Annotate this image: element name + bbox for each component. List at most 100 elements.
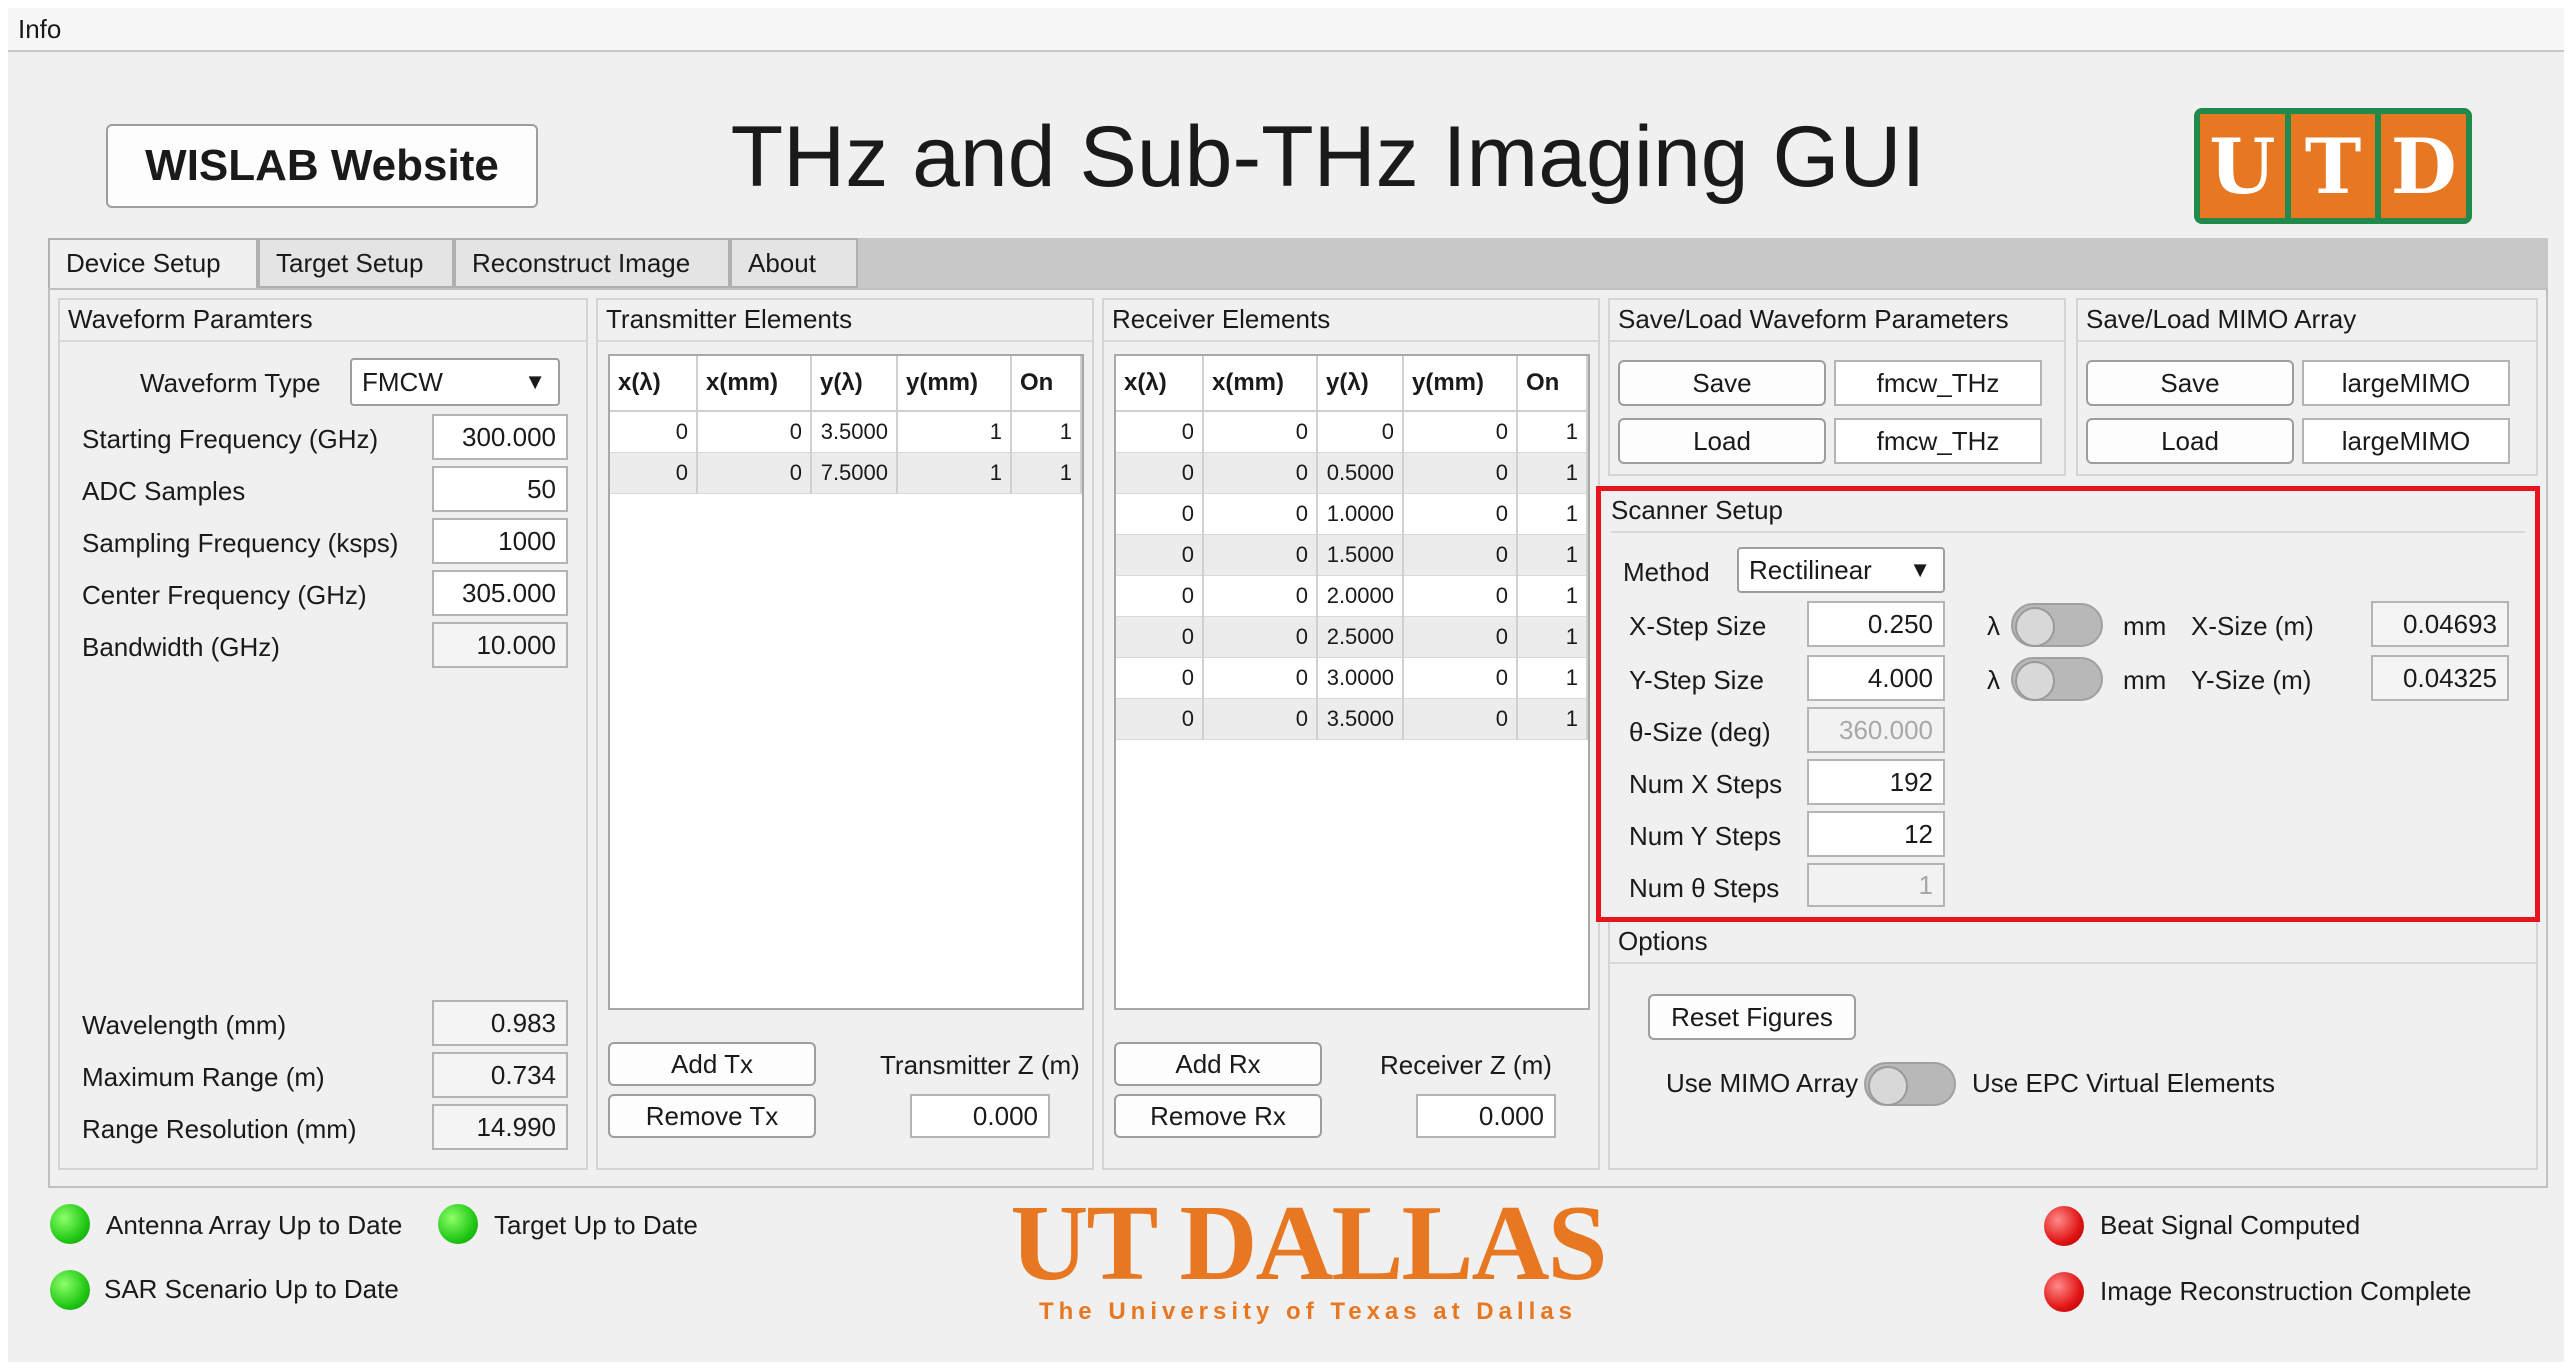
table-header[interactable]: y(mm) <box>897 356 1012 412</box>
table-cell[interactable]: 1.0000 <box>1317 493 1404 535</box>
table-cell[interactable]: 0 <box>1116 616 1204 658</box>
table-cell[interactable]: 2.5000 <box>1317 616 1404 658</box>
load-mimo-filename[interactable]: largeMIMO <box>2302 418 2510 464</box>
table-cell[interactable]: 0 <box>1403 452 1518 494</box>
table-cell[interactable]: 1.5000 <box>1317 534 1404 576</box>
load-mimo-button[interactable]: Load <box>2086 418 2294 464</box>
table-header[interactable]: On <box>1517 356 1588 412</box>
wislab-website-button[interactable]: WISLAB Website <box>106 124 538 208</box>
table-cell[interactable]: 0 <box>1203 698 1318 740</box>
add-tx-button[interactable]: Add Tx <box>608 1042 816 1086</box>
table-row[interactable]: 0 0 2.0000 0 1 <box>1116 575 1588 617</box>
table-row[interactable]: 0 0 3.0000 0 1 <box>1116 657 1588 699</box>
table-cell[interactable]: 0 <box>697 411 812 453</box>
save-mimo-button[interactable]: Save <box>2086 360 2294 406</box>
table-cell[interactable]: 7.5000 <box>811 452 898 494</box>
mimo-epc-toggle[interactable] <box>1864 1062 1956 1106</box>
table-row[interactable]: 0 0 3.5000 1 1 <box>610 411 1082 453</box>
table-cell[interactable]: 1 <box>1517 575 1588 617</box>
table-cell[interactable]: 0 <box>1203 616 1318 658</box>
table-row[interactable]: 0 0 0.5000 0 1 <box>1116 452 1588 494</box>
num-y-steps-input[interactable]: 12 <box>1807 811 1945 857</box>
table-cell[interactable]: 1 <box>1517 534 1588 576</box>
y-unit-toggle[interactable] <box>2011 657 2103 701</box>
table-cell[interactable]: 1 <box>897 411 1012 453</box>
table-cell[interactable]: 0 <box>1317 411 1404 453</box>
table-cell[interactable]: 0 <box>1403 493 1518 535</box>
tab-device-setup[interactable]: Device Setup <box>48 238 258 292</box>
sampling-frequency-input[interactable]: 1000 <box>432 518 568 564</box>
reset-figures-button[interactable]: Reset Figures <box>1648 994 1856 1040</box>
table-cell[interactable]: 1 <box>1011 411 1082 453</box>
table-row[interactable]: 0 0 0 0 1 <box>1116 411 1588 453</box>
table-cell[interactable]: 0 <box>610 411 698 453</box>
num-x-steps-input[interactable]: 192 <box>1807 759 1945 805</box>
table-header[interactable]: On <box>1011 356 1082 412</box>
table-cell[interactable]: 3.5000 <box>1317 698 1404 740</box>
table-row[interactable]: 0 0 1.0000 0 1 <box>1116 493 1588 535</box>
tab-about[interactable]: About <box>730 238 858 288</box>
table-header[interactable]: x(λ) <box>1116 356 1204 412</box>
table-cell[interactable]: 3.0000 <box>1317 657 1404 699</box>
tab-target-setup[interactable]: Target Setup <box>258 238 454 288</box>
table-header[interactable]: y(λ) <box>811 356 898 412</box>
x-step-size-input[interactable]: 0.250 <box>1807 601 1945 647</box>
receiver-table[interactable]: x(λ) x(mm) y(λ) y(mm) On 0 0 0 0 1 0 0 0… <box>1114 354 1590 1010</box>
table-cell[interactable]: 0 <box>1116 657 1204 699</box>
receiver-z-input[interactable]: 0.000 <box>1416 1094 1556 1138</box>
table-row[interactable]: 0 0 7.5000 1 1 <box>610 452 1082 494</box>
table-cell[interactable]: 0.5000 <box>1317 452 1404 494</box>
table-cell[interactable]: 0 <box>1203 657 1318 699</box>
transmitter-table[interactable]: x(λ) x(mm) y(λ) y(mm) On 0 0 3.5000 1 1 <box>608 354 1084 1010</box>
menu-info[interactable]: Info <box>18 14 61 45</box>
table-cell[interactable]: 1 <box>1011 452 1082 494</box>
table-cell[interactable]: 0 <box>610 452 698 494</box>
table-cell[interactable]: 0 <box>1116 452 1204 494</box>
table-header[interactable]: x(λ) <box>610 356 698 412</box>
table-cell[interactable]: 0 <box>1403 698 1518 740</box>
table-cell[interactable]: 0 <box>1403 657 1518 699</box>
table-cell[interactable]: 0 <box>1203 534 1318 576</box>
table-row[interactable]: 0 0 3.5000 0 1 <box>1116 698 1588 740</box>
table-cell[interactable]: 0 <box>1403 411 1518 453</box>
tab-reconstruct-image[interactable]: Reconstruct Image <box>454 238 730 288</box>
table-cell[interactable]: 1 <box>1517 616 1588 658</box>
table-cell[interactable]: 1 <box>1517 493 1588 535</box>
table-cell[interactable]: 0 <box>697 452 812 494</box>
table-cell[interactable]: 0 <box>1203 575 1318 617</box>
table-header[interactable]: y(mm) <box>1403 356 1518 412</box>
y-step-size-input[interactable]: 4.000 <box>1807 655 1945 701</box>
table-cell[interactable]: 0 <box>1403 575 1518 617</box>
table-cell[interactable]: 0 <box>1116 575 1204 617</box>
remove-rx-button[interactable]: Remove Rx <box>1114 1094 1322 1138</box>
x-unit-toggle[interactable] <box>2011 603 2103 647</box>
table-cell[interactable]: 0 <box>1116 698 1204 740</box>
remove-tx-button[interactable]: Remove Tx <box>608 1094 816 1138</box>
method-dropdown[interactable]: Rectilinear ▼ <box>1737 547 1945 593</box>
table-cell[interactable]: 1 <box>897 452 1012 494</box>
center-frequency-input[interactable]: 305.000 <box>432 570 568 616</box>
table-cell[interactable]: 1 <box>1517 452 1588 494</box>
save-mimo-filename[interactable]: largeMIMO <box>2302 360 2510 406</box>
table-cell[interactable]: 0 <box>1116 411 1204 453</box>
starting-frequency-input[interactable]: 300.000 <box>432 414 568 460</box>
table-cell[interactable]: 0 <box>1203 452 1318 494</box>
table-header[interactable]: y(λ) <box>1317 356 1404 412</box>
waveform-type-dropdown[interactable]: FMCW ▼ <box>350 358 560 406</box>
table-cell[interactable]: 1 <box>1517 657 1588 699</box>
adc-samples-input[interactable]: 50 <box>432 466 568 512</box>
table-cell[interactable]: 1 <box>1517 411 1588 453</box>
table-cell[interactable]: 2.0000 <box>1317 575 1404 617</box>
table-row[interactable]: 0 0 2.5000 0 1 <box>1116 616 1588 658</box>
transmitter-z-input[interactable]: 0.000 <box>910 1094 1050 1138</box>
table-cell[interactable]: 0 <box>1116 534 1204 576</box>
save-waveform-button[interactable]: Save <box>1618 360 1826 406</box>
table-cell[interactable]: 0 <box>1116 493 1204 535</box>
table-cell[interactable]: 0 <box>1403 534 1518 576</box>
add-rx-button[interactable]: Add Rx <box>1114 1042 1322 1086</box>
save-waveform-filename[interactable]: fmcw_THz <box>1834 360 2042 406</box>
load-waveform-filename[interactable]: fmcw_THz <box>1834 418 2042 464</box>
table-cell[interactable]: 0 <box>1403 616 1518 658</box>
table-header[interactable]: x(mm) <box>697 356 812 412</box>
table-cell[interactable]: 0 <box>1203 493 1318 535</box>
